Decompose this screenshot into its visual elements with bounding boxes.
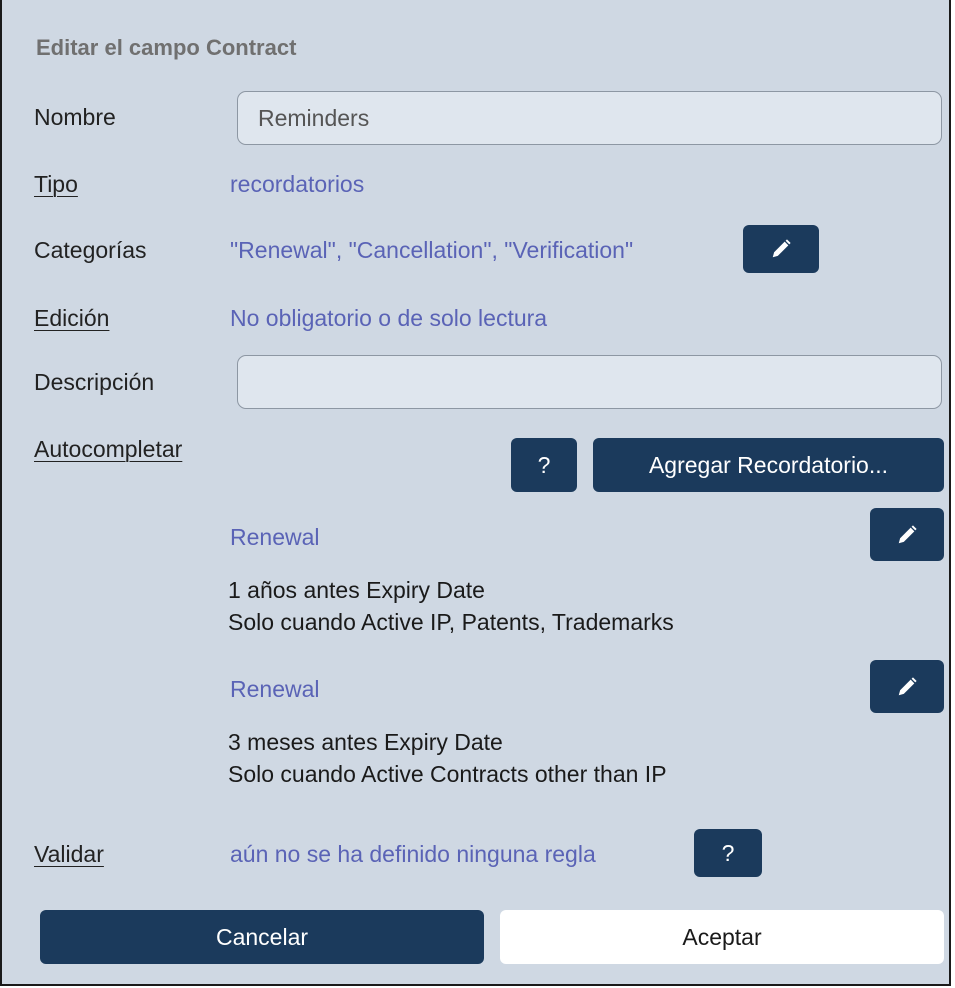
- dialog-title: Editar el campo Contract: [36, 35, 297, 60]
- description-input[interactable]: [237, 355, 942, 409]
- reminder-condition: Solo cuando Active IP, Patents, Trademar…: [228, 609, 674, 635]
- reminder-title[interactable]: Renewal: [230, 676, 320, 703]
- add-reminder-button[interactable]: Agregar Recordatorio...: [593, 438, 944, 492]
- edit-reminder-button[interactable]: [870, 660, 944, 713]
- name-input[interactable]: [237, 91, 942, 145]
- pencil-icon: [772, 239, 791, 258]
- categories-value: "Renewal", "Cancellation", "Verification…: [230, 237, 634, 263]
- autocomplete-link[interactable]: Autocompletar: [34, 436, 182, 463]
- autocomplete-help-button[interactable]: ?: [511, 438, 577, 492]
- edit-reminder-button[interactable]: [870, 508, 944, 561]
- reminder-timing: 1 años antes Expiry Date: [228, 577, 485, 603]
- description-label: Descripción: [34, 369, 155, 395]
- edit-field-dialog: Editar el campo Contract Nombre Tipo rec…: [0, 0, 951, 986]
- cancel-button[interactable]: Cancelar: [40, 910, 484, 964]
- pencil-icon: [898, 524, 917, 543]
- pencil-icon: [898, 676, 917, 695]
- validate-help-button[interactable]: ?: [694, 829, 762, 877]
- reminder-timing: 3 meses antes Expiry Date: [228, 729, 503, 755]
- editing-link[interactable]: Edición: [34, 305, 109, 332]
- accept-button[interactable]: Aceptar: [500, 910, 944, 964]
- validate-link[interactable]: Validar: [34, 841, 104, 868]
- edit-categories-button[interactable]: [743, 225, 819, 273]
- categories-label: Categorías: [34, 237, 147, 263]
- type-link[interactable]: Tipo: [34, 171, 78, 198]
- name-label: Nombre: [34, 104, 116, 130]
- type-value: recordatorios: [230, 171, 365, 197]
- reminder-condition: Solo cuando Active Contracts other than …: [228, 761, 667, 787]
- editing-value: No obligatorio o de solo lectura: [230, 305, 548, 331]
- reminder-title[interactable]: Renewal: [230, 524, 320, 551]
- validate-value: aún no se ha definido ninguna regla: [230, 841, 596, 867]
